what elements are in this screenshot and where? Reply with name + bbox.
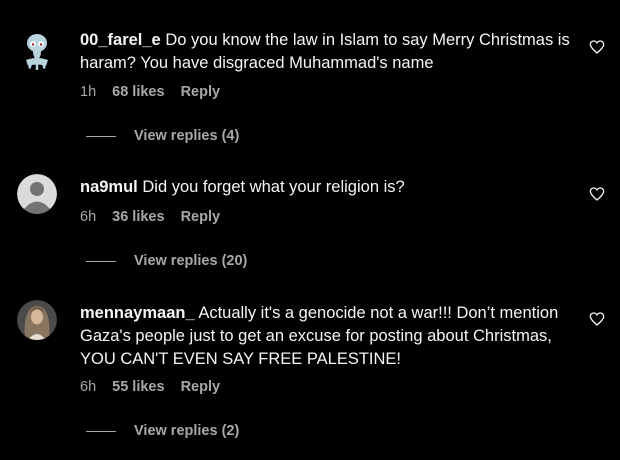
- comment-username[interactable]: na9mul: [80, 178, 138, 196]
- avatar[interactable]: [17, 300, 57, 340]
- comment-text: na9mul Did you forget what your religion…: [80, 176, 575, 199]
- photo-avatar-icon: [17, 300, 57, 340]
- comment-meta: 6h 55 likes Reply: [80, 379, 220, 395]
- comment-time: 6h: [80, 209, 97, 225]
- reply-button[interactable]: Reply: [181, 84, 221, 100]
- divider-line: [86, 260, 116, 262]
- comment-body: Did you forget what your religion is?: [142, 178, 405, 196]
- comment-likes[interactable]: 55 likes: [112, 379, 164, 395]
- heart-icon[interactable]: [589, 39, 605, 55]
- avatar[interactable]: [17, 174, 57, 214]
- view-replies-button[interactable]: View replies (20): [86, 253, 247, 269]
- heart-icon[interactable]: [589, 311, 605, 327]
- comment-likes[interactable]: 68 likes: [112, 84, 164, 100]
- default-avatar-icon: [17, 174, 57, 214]
- comment-meta: 6h 36 likes Reply: [80, 209, 220, 225]
- view-replies-button[interactable]: View replies (2): [86, 423, 239, 439]
- comment-likes[interactable]: 36 likes: [112, 209, 164, 225]
- view-replies-label: View replies (20): [134, 253, 248, 269]
- view-replies-button[interactable]: View replies (4): [86, 128, 239, 144]
- view-replies-label: View replies (2): [134, 423, 240, 439]
- comment-time: 6h: [80, 379, 97, 395]
- comment-text: mennaymaan_ Actually it's a genocide not…: [80, 302, 575, 371]
- comment-text: 00_farel_e Do you know the law in Islam …: [80, 29, 575, 75]
- squidward-avatar-icon: [17, 30, 57, 70]
- divider-line: [86, 135, 116, 137]
- heart-icon[interactable]: [589, 186, 605, 202]
- avatar[interactable]: [17, 30, 57, 70]
- divider-line: [86, 430, 116, 432]
- comment-username[interactable]: 00_farel_e: [80, 31, 161, 49]
- reply-button[interactable]: Reply: [181, 379, 221, 395]
- comment-time: 1h: [80, 84, 97, 100]
- reply-button[interactable]: Reply: [181, 209, 221, 225]
- comment-meta: 1h 68 likes Reply: [80, 84, 220, 100]
- view-replies-label: View replies (4): [134, 128, 240, 144]
- comment-username[interactable]: mennaymaan_: [80, 304, 195, 322]
